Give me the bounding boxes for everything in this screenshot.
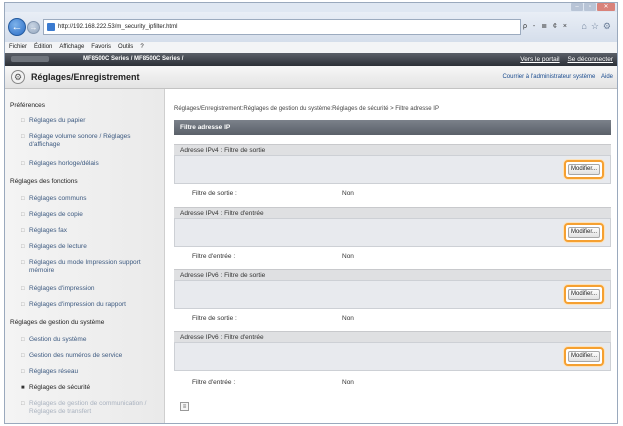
close-icon[interactable]: ✕	[597, 3, 615, 11]
main-content: Réglages/Enregistrement:Réglages de gest…	[166, 89, 617, 423]
modify-button-ipv6-in[interactable]: Modifier...	[564, 347, 604, 366]
section-header-ipv6-in: Adresse IPv6 : Filtre d'entrée	[174, 331, 611, 342]
row-label: Filtre d'entrée :	[192, 379, 236, 386]
menu-item-help[interactable]: ?	[140, 42, 143, 53]
settings-icon: ⚙	[11, 70, 25, 84]
row-value: Non	[342, 379, 354, 386]
menu-item-outils[interactable]: Outils	[118, 42, 133, 53]
row-label: Filtre de sortie :	[192, 190, 237, 197]
menu-item-favoris[interactable]: Favoris	[91, 42, 111, 53]
modify-button-ipv4-in[interactable]: Modifier...	[564, 223, 604, 242]
section-box-ipv4-in: Modifier...	[174, 218, 611, 247]
sidebar-item-memory-print[interactable]: □ Réglages du mode Impression support mém…	[21, 259, 161, 275]
section-box-ipv4-out: Modifier...	[174, 155, 611, 184]
sidebar-item-service-numbers[interactable]: □ Gestion des numéros de service	[21, 352, 161, 360]
address-bar: ← → http://192.168.222.53/m_security_ipf…	[5, 12, 617, 42]
sidebar-item-paper[interactable]: □ Réglages du papier	[21, 117, 161, 125]
sidebar-item-scan[interactable]: □ Réglages de lecture	[21, 243, 161, 251]
menu-item-fichier[interactable]: Fichier	[9, 42, 27, 53]
home-icon[interactable]: ⌂	[581, 21, 586, 32]
sidebar-item-communication[interactable]: □ Réglages de gestion de communication / …	[21, 400, 161, 416]
url-input[interactable]: http://192.168.222.53/m_security_ipfilte…	[43, 19, 521, 35]
sidebar-item-common[interactable]: □ Réglages communs	[21, 195, 161, 203]
section-header-ipv6-out: Adresse IPv6 : Filtre de sortie	[174, 269, 611, 280]
row-value: Non	[342, 315, 354, 322]
modify-button-ipv4-out[interactable]: Modifier...	[564, 160, 604, 179]
modify-button-ipv6-out[interactable]: Modifier...	[564, 285, 604, 304]
row-label: Filtre de sortie :	[192, 315, 237, 322]
page-favicon-icon	[47, 23, 55, 31]
section-box-ipv6-out: Modifier...	[174, 280, 611, 309]
menu-bar: Fichier Édition Affichage Favoris Outils…	[5, 42, 617, 53]
mail-admin-link[interactable]: Courrier à l'administrateur système	[502, 74, 595, 80]
gear-icon[interactable]: ⚙	[603, 21, 611, 32]
menu-item-affichage[interactable]: Affichage	[59, 42, 84, 53]
menu-item-edition[interactable]: Édition	[34, 42, 52, 53]
model-name: MF8500C Series / MF8500C Series /	[83, 56, 184, 62]
sidebar-item-volume-display[interactable]: □ Réglage volume sonore / Réglages d'affi…	[21, 133, 161, 149]
logout-link[interactable]: Se déconnecter	[567, 56, 613, 63]
scroll-to-top-icon[interactable]: ≡	[180, 402, 189, 411]
browser-window: – ▫ ✕ ← → http://192.168.222.53/m_securi…	[4, 2, 618, 424]
sidebar-item-clock[interactable]: □ Réglages horloge/délais	[21, 160, 161, 168]
window-titlebar: – ▫ ✕	[5, 3, 617, 12]
section-header-ipv4-out: Adresse IPv4 : Filtre de sortie	[174, 144, 611, 155]
star-icon[interactable]: ☆	[591, 21, 599, 32]
printer-series-bar: MF8500C Series / MF8500C Series / Vers l…	[5, 53, 617, 66]
help-link[interactable]: Aide	[601, 74, 613, 80]
section-title: Filtre adresse IP	[174, 120, 611, 135]
breadcrumb: Réglages/Enregistrement:Réglages de gest…	[174, 106, 439, 112]
section-box-ipv6-in: Modifier...	[174, 342, 611, 371]
sidebar-group-system: Réglages de gestion du système	[10, 319, 105, 326]
page-title: Réglages/Enregistrement	[31, 72, 140, 82]
portal-link[interactable]: Vers le portail	[520, 56, 559, 63]
address-actions[interactable]: ρ - ≣ ¢ ×	[523, 22, 569, 30]
sidebar-item-system[interactable]: □ Gestion du système	[21, 336, 161, 344]
row-value: Non	[342, 190, 354, 197]
sidebar-group-functions: Réglages des fonctions	[10, 178, 78, 185]
sidebar-item-print[interactable]: □ Réglages d'impression	[21, 285, 161, 293]
row-label: Filtre d'entrée :	[192, 253, 236, 260]
section-header-ipv4-in: Adresse IPv4 : Filtre d'entrée	[174, 207, 611, 218]
back-arrow-icon[interactable]: ←	[8, 18, 26, 36]
sidebar: Préférences □ Réglages du papier □ Réglage…	[5, 89, 165, 423]
sidebar-item-copy[interactable]: □ Réglages de copie	[21, 211, 161, 219]
sidebar-group-preferences: Préférences	[10, 102, 46, 109]
sidebar-item-network[interactable]: □ Réglages réseau	[21, 368, 161, 376]
sidebar-item-security[interactable]: ■ Réglages de sécurité	[21, 384, 161, 392]
minimize-icon[interactable]: –	[571, 3, 583, 11]
device-name-redacted	[11, 56, 49, 62]
maximize-icon[interactable]: ▫	[584, 3, 596, 11]
row-value: Non	[342, 253, 354, 260]
page-header: ⚙ Réglages/Enregistrement Courrier à l'a…	[5, 66, 617, 89]
sidebar-item-fax[interactable]: □ Réglages fax	[21, 227, 161, 235]
forward-arrow-icon[interactable]: →	[27, 21, 40, 34]
sidebar-item-report-print[interactable]: □ Réglages d'impression du rapport	[21, 301, 161, 309]
url-text: http://192.168.222.53/m_security_ipfilte…	[58, 24, 178, 30]
